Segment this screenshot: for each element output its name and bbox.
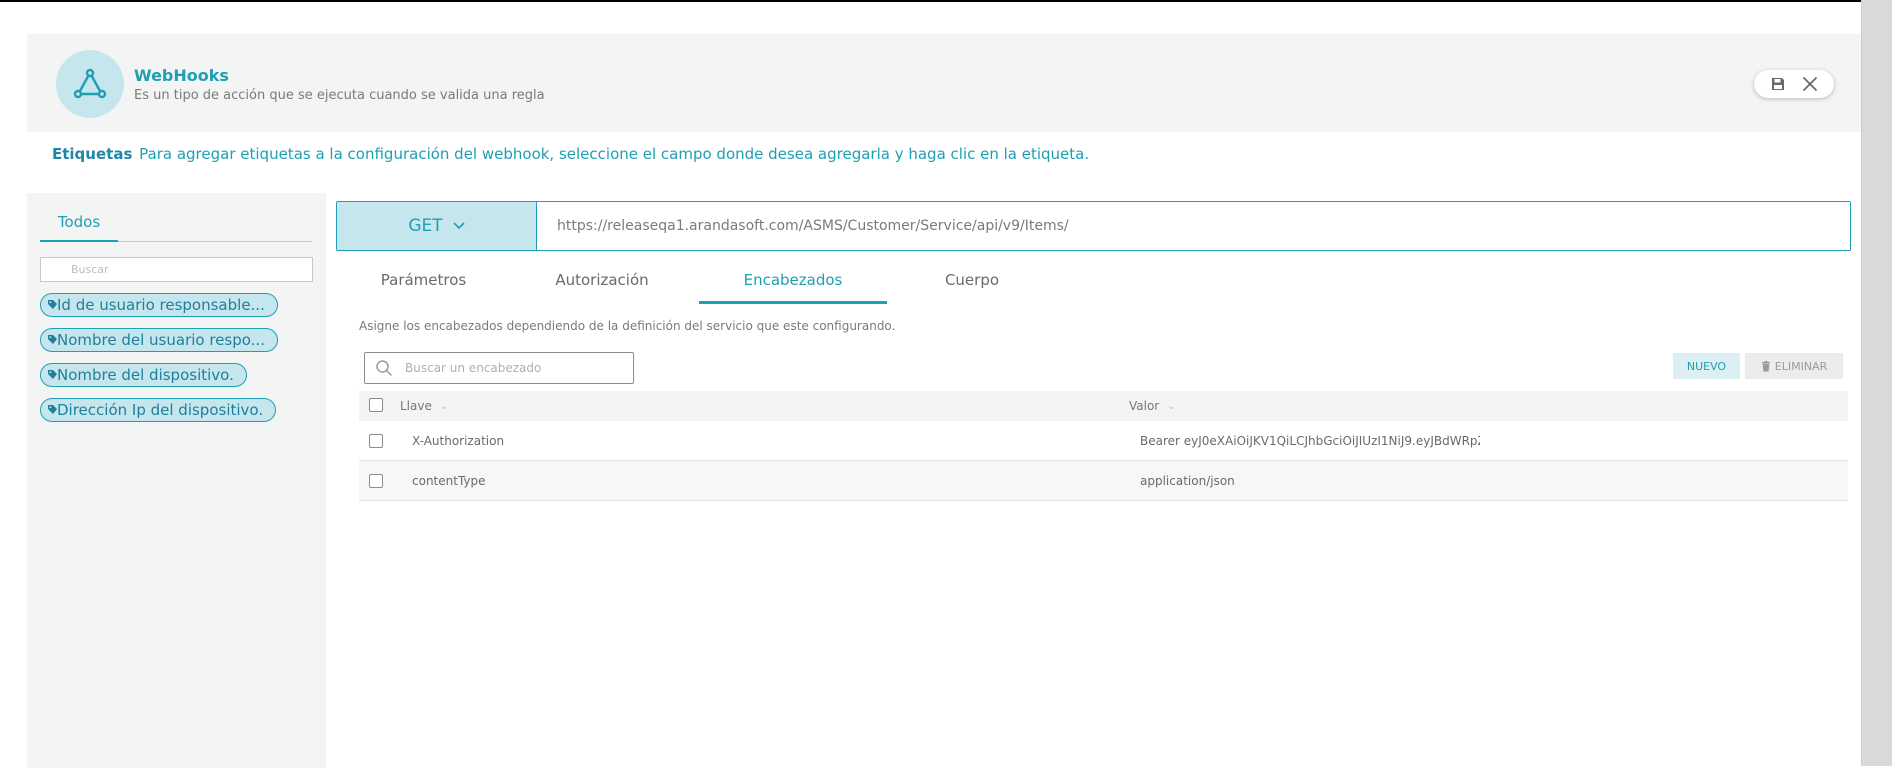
trash-icon [1761, 360, 1770, 371]
request-tabs: Parámetros Autorización Encabezados Cuer… [336, 261, 1851, 304]
tag-label: Id de usuario responsable... [57, 296, 265, 314]
chevron-down-icon: ⌄ [1167, 400, 1176, 412]
tab-todos[interactable]: Todos [40, 211, 118, 242]
table-header: Llave ⌄ Valor ⌄ [359, 391, 1848, 421]
column-llave[interactable]: Llave ⌄ [400, 399, 448, 413]
tag-label: Nombre del dispositivo. [57, 366, 234, 384]
tab-autorizacion[interactable]: Autorización [511, 261, 693, 304]
row-checkbox[interactable] [369, 434, 383, 448]
delete-header-button[interactable]: ELIMINAR [1745, 353, 1843, 379]
select-all-checkbox[interactable] [369, 398, 383, 412]
tag-chip[interactable]: Id de usuario responsable... [40, 293, 278, 317]
tab-encabezados[interactable]: Encabezados [699, 261, 887, 304]
save-icon[interactable] [1770, 76, 1786, 92]
tag-icon [48, 370, 57, 379]
dialog-header: WebHooks Es un tipo de acción que se eje… [27, 34, 1861, 132]
tag-chip[interactable]: Nombre del dispositivo. [40, 363, 247, 387]
method-value: GET [408, 216, 443, 236]
table-row[interactable]: contentType application/json [359, 461, 1848, 501]
tags-hint-text: Para agregar etiquetas a la configuració… [139, 145, 1090, 163]
tags-search-input[interactable] [40, 257, 313, 282]
webhook-dialog: WebHooks Es un tipo de acción que se eje… [0, 2, 1892, 768]
headers-table: Llave ⌄ Valor ⌄ X-Authorization Bearer e… [359, 391, 1848, 501]
column-label: Valor [1129, 399, 1160, 413]
tags-hint-label: Etiquetas [52, 145, 133, 163]
tab-cuerpo[interactable]: Cuerpo [887, 261, 1057, 304]
tag-label: Dirección Ip del dispositivo. [57, 401, 264, 419]
row-value: Bearer eyJ0eXAiOiJKV1QiLCJhbGciOiJIUzI1N… [1140, 434, 1480, 448]
background-edge [1861, 0, 1892, 766]
tag-icon [48, 300, 57, 309]
tag-label: Nombre del usuario respo... [57, 331, 265, 349]
new-header-button[interactable]: NUEVO [1673, 353, 1740, 379]
tab-parametros[interactable]: Parámetros [336, 261, 511, 304]
column-valor[interactable]: Valor ⌄ [1129, 399, 1176, 413]
headers-search [364, 352, 634, 384]
request-bar: GET [336, 201, 1851, 251]
headers-description: Asigne los encabezados dependiendo de la… [359, 319, 896, 333]
row-key: X-Authorization [412, 434, 505, 448]
tag-icon [48, 405, 57, 414]
search-icon [376, 360, 392, 376]
header-actions [1754, 70, 1834, 98]
request-panel: GET Parámetros Autorización Encabezados … [336, 193, 1851, 768]
url-input[interactable] [537, 202, 1850, 250]
row-value: application/json [1140, 474, 1235, 488]
tags-sidebar: Todos Id de usuario responsable... Nombr… [27, 193, 326, 768]
tags-hint: Etiquetas Para agregar etiquetas a la co… [52, 145, 1089, 163]
close-icon[interactable] [1802, 76, 1818, 92]
dialog-title: WebHooks [134, 66, 229, 85]
delete-label: ELIMINAR [1774, 359, 1828, 373]
column-label: Llave [400, 399, 432, 413]
chevron-down-icon [453, 222, 465, 230]
row-key: contentType [412, 474, 486, 488]
dialog-subtitle: Es un tipo de acción que se ejecuta cuan… [134, 88, 545, 103]
webhook-icon [73, 68, 107, 99]
headers-search-input[interactable] [405, 361, 615, 375]
webhook-logo [56, 50, 124, 118]
tag-icon [48, 335, 57, 344]
row-checkbox[interactable] [369, 474, 383, 488]
tag-list: Id de usuario responsable... Nombre del … [40, 293, 278, 433]
tag-chip[interactable]: Nombre del usuario respo... [40, 328, 278, 352]
chevron-down-icon: ⌄ [439, 400, 449, 412]
method-select[interactable]: GET [337, 202, 537, 250]
tag-chip[interactable]: Dirección Ip del dispositivo. [40, 398, 277, 422]
table-row[interactable]: X-Authorization Bearer eyJ0eXAiOiJKV1QiL… [359, 421, 1848, 461]
